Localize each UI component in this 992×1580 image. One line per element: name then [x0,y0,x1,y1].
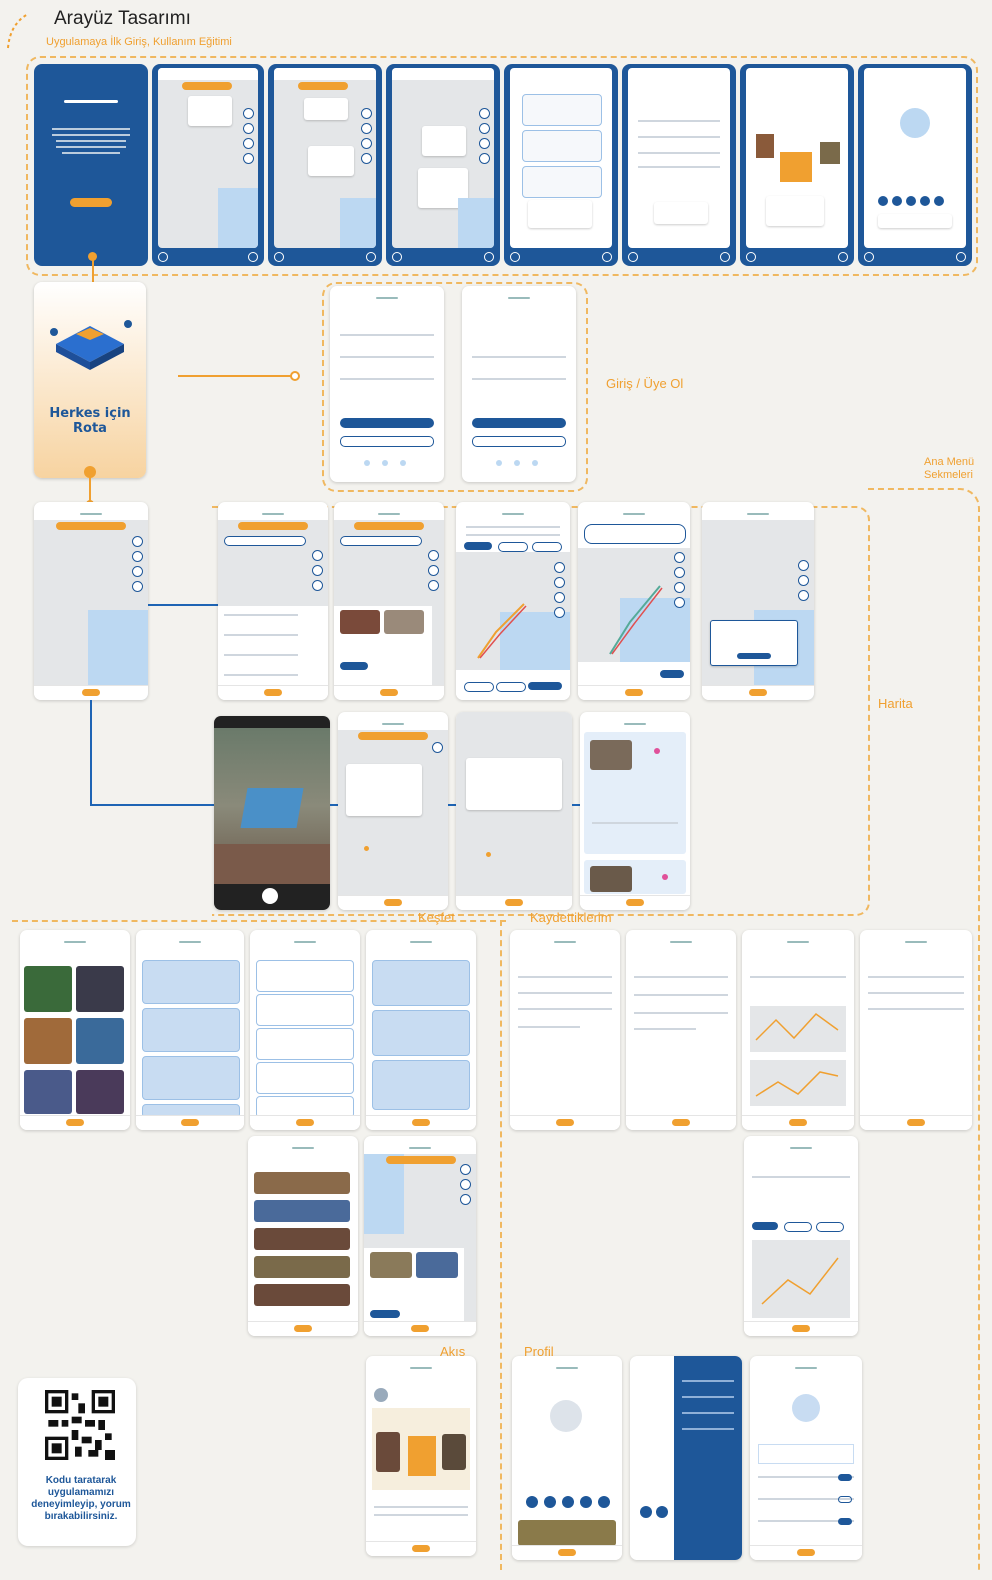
corner-decoration [7,13,29,49]
map-section-label: Harita [878,696,913,711]
profile-edit-screen[interactable] [750,1356,862,1560]
profile-screen[interactable] [512,1356,622,1560]
onboarding-screen-6[interactable] [622,64,736,266]
explore-categories-photo[interactable] [20,930,130,1130]
camera-screen[interactable] [214,716,330,910]
map-place-detail[interactable] [334,502,444,700]
saved-list-screen[interactable] [510,930,620,1130]
onboarding-subtitle: Uygulamaya İlk Giriş, Kullanım Eğitimi [46,36,232,48]
login-button[interactable] [340,418,434,428]
login-submit-button[interactable] [472,418,566,428]
login-screen[interactable] [462,286,576,482]
onboarding-screen-welcome[interactable] [34,64,148,266]
explore-category-tiles[interactable] [136,930,244,1130]
qr-code-icon [45,1390,115,1460]
map-home-screen[interactable] [34,502,148,700]
profile-menu-drawer[interactable] [630,1356,742,1560]
search-input[interactable] [224,536,306,546]
login-section-label: Giriş / Üye Ol [606,376,684,391]
toggle-switch[interactable] [838,1474,852,1481]
main-menu-section-label: Ana Menü Sekmeleri [924,456,975,481]
secondary-button[interactable] [340,436,434,447]
map-place-list[interactable] [580,712,690,910]
start-button[interactable] [70,198,112,207]
explore-subcategory-list[interactable] [250,930,360,1130]
isometric-logo [50,320,132,370]
onboarding-screen-4[interactable] [386,64,500,266]
onboarding-screen-2[interactable] [152,64,264,266]
saved-section-label: Kaydettiklerim [530,910,612,925]
explore-map-detail[interactable] [364,1136,476,1336]
signup-screen[interactable] [330,286,444,482]
saved-places-screen[interactable] [626,930,736,1130]
map-navigation[interactable] [578,502,690,700]
brand-name: Herkes için Rota [49,406,131,436]
toggle-switch[interactable] [838,1496,852,1503]
page-title: Arayüz Tasarımı [54,8,191,29]
saved-lists-screen[interactable] [860,930,972,1130]
qr-caption: Kodu taratarak uygulamamızı deneyimleyip… [31,1475,131,1522]
map-report-issue[interactable] [702,502,814,700]
onboarding-screen-7[interactable] [740,64,854,266]
explore-accessibility-tiles[interactable] [366,930,476,1130]
register-button[interactable] [472,436,566,447]
map-search-results[interactable] [218,502,328,700]
onboarding-screen-8[interactable] [858,64,972,266]
onboarding-screen-5[interactable] [504,64,618,266]
toggle-switch[interactable] [838,1518,852,1525]
map-route-planning[interactable] [456,502,570,700]
map-rating-dialog[interactable] [456,712,572,910]
onboarding-screen-3[interactable] [268,64,382,266]
explore-museum-list[interactable] [248,1136,358,1336]
feed-screen[interactable] [366,1356,476,1556]
map-add-photo[interactable] [338,712,448,910]
saved-route-detail[interactable] [744,1136,858,1336]
saved-routes-screen[interactable] [742,930,854,1130]
shutter-button[interactable] [262,888,278,904]
splash-screen: Herkes için Rota [34,282,146,478]
